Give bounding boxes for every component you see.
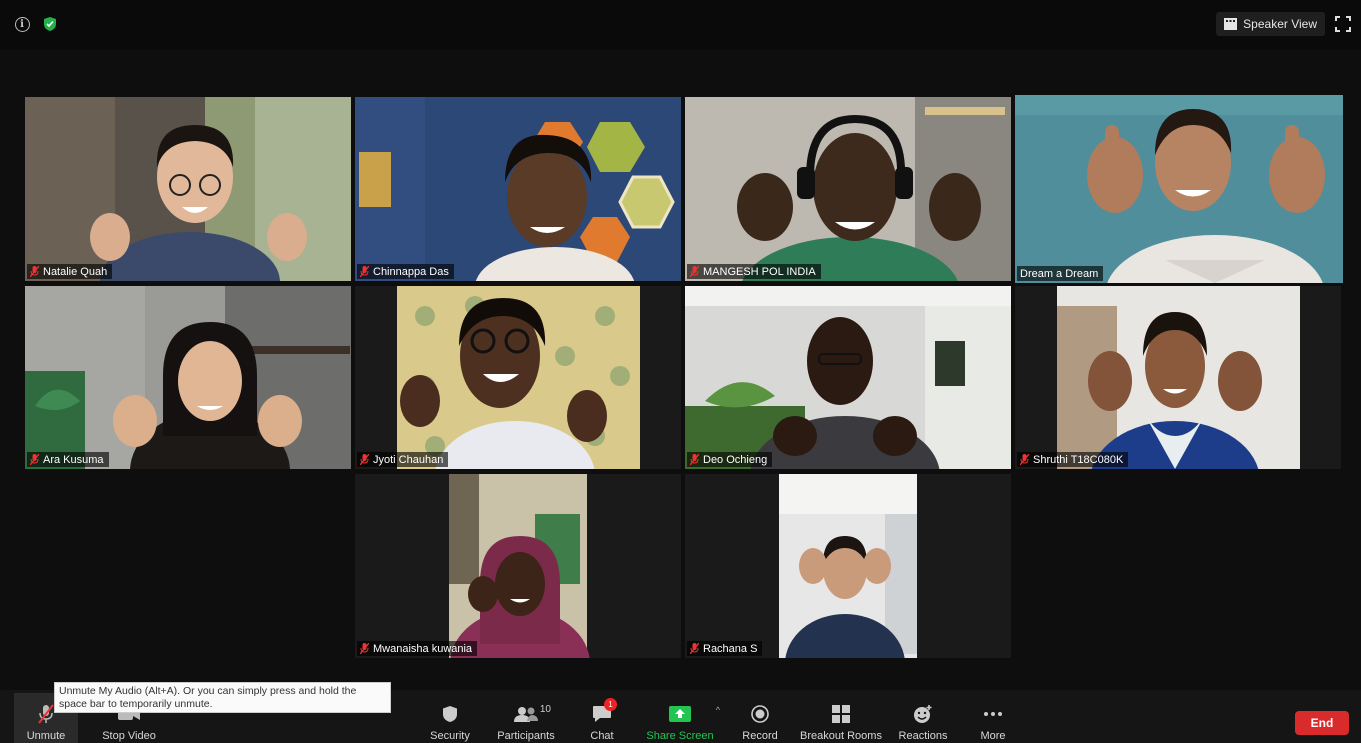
participant-name: Chinnappa Das — [373, 265, 449, 278]
security-button[interactable]: Security — [424, 693, 476, 743]
video-tile[interactable]: Ara Kusuma — [25, 286, 351, 469]
share-options-caret-icon[interactable]: ^ — [716, 705, 720, 715]
mic-muted-icon — [29, 265, 40, 278]
video-feed — [685, 286, 1011, 469]
reactions-smiley-icon — [910, 702, 936, 726]
video-grid: Natalie Quah Chinnappa Das MANGESH POL I… — [0, 0, 1361, 690]
video-tile[interactable]: Shruthi T18C080K — [1015, 286, 1341, 469]
participant-name: Deo Ochieng — [703, 453, 768, 466]
participant-name-tag: Dream a Dream — [1017, 266, 1104, 281]
share-screen-icon — [667, 702, 693, 726]
share-screen-button[interactable]: Share Screen ^ — [644, 693, 720, 743]
participant-name: Jyoti Chauhan — [373, 453, 444, 466]
chat-button[interactable]: 1 Chat — [580, 693, 624, 743]
breakout-rooms-label: Breakout Rooms — [800, 730, 882, 742]
end-meeting-button[interactable]: End — [1295, 711, 1349, 735]
participant-name: MANGESH POL INDIA — [703, 265, 816, 278]
mic-muted-icon — [29, 453, 40, 466]
video-tile[interactable]: Rachana S — [685, 474, 1011, 658]
participant-name: Rachana S — [703, 642, 758, 655]
participant-name-tag: Natalie Quah — [27, 264, 113, 279]
mic-muted-icon — [359, 265, 370, 278]
participant-name: Ara Kusuma — [43, 453, 104, 466]
video-tile[interactable]: Natalie Quah — [25, 97, 351, 281]
participant-name-tag: Jyoti Chauhan — [357, 452, 449, 467]
video-tile[interactable]: Chinnappa Das — [355, 97, 681, 281]
breakout-rooms-icon — [828, 702, 854, 726]
participant-name-tag: Mwanaisha kuwania — [357, 641, 478, 656]
reactions-label: Reactions — [898, 730, 948, 742]
participant-name-tag: Rachana S — [687, 641, 763, 656]
video-tile[interactable]: Jyoti Chauhan — [355, 286, 681, 469]
video-tile[interactable]: MANGESH POL INDIA — [685, 97, 1011, 281]
mic-muted-icon — [359, 453, 370, 466]
mic-muted-icon — [689, 642, 700, 655]
unmute-label: Unmute — [26, 730, 66, 742]
record-button[interactable]: Record — [738, 693, 782, 743]
more-dots-icon — [980, 702, 1006, 726]
participant-name-tag: Shruthi T18C080K — [1017, 452, 1129, 467]
chat-label: Chat — [590, 730, 614, 742]
video-feed — [1015, 95, 1343, 283]
mic-muted-icon — [1019, 453, 1030, 466]
video-feed — [25, 97, 351, 281]
security-shield-icon — [437, 702, 463, 726]
video-tile-active-speaker[interactable]: Dream a Dream — [1015, 95, 1343, 283]
record-label: Record — [742, 730, 778, 742]
participant-name: Natalie Quah — [43, 265, 108, 278]
video-feed — [355, 97, 681, 281]
participants-label: Participants — [497, 730, 555, 742]
mic-muted-icon — [359, 642, 370, 655]
video-feed — [25, 286, 351, 469]
video-feed — [685, 97, 1011, 281]
stop-video-label: Stop Video — [102, 730, 156, 742]
participants-count: 10 — [539, 704, 551, 715]
chat-bubble-icon: 1 — [589, 698, 617, 726]
participants-button[interactable]: 10 Participants — [494, 693, 558, 743]
participant-name-tag: Ara Kusuma — [27, 452, 109, 467]
participant-name-tag: MANGESH POL INDIA — [687, 264, 821, 279]
chat-unread-badge: 1 — [604, 698, 617, 711]
more-button[interactable]: More — [972, 693, 1014, 743]
security-label: Security — [430, 730, 470, 742]
participant-name-tag: Deo Ochieng — [687, 452, 773, 467]
participant-name: Mwanaisha kuwania — [373, 642, 473, 655]
participants-icon: 10 — [513, 702, 551, 726]
participant-name-tag: Chinnappa Das — [357, 264, 454, 279]
mic-muted-icon — [689, 453, 700, 466]
breakout-rooms-button[interactable]: Breakout Rooms — [798, 693, 884, 743]
participant-name: Shruthi T18C080K — [1033, 453, 1124, 466]
video-feed — [355, 474, 681, 658]
video-tile[interactable]: Mwanaisha kuwania — [355, 474, 681, 658]
participant-name: Dream a Dream — [1020, 267, 1099, 280]
video-tile[interactable]: Deo Ochieng — [685, 286, 1011, 469]
video-feed — [355, 286, 681, 469]
more-label: More — [980, 730, 1006, 742]
reactions-button[interactable]: Reactions — [896, 693, 950, 743]
record-icon — [747, 702, 773, 726]
video-feed — [685, 474, 1011, 658]
unmute-tooltip: Unmute My Audio (Alt+A). Or you can simp… — [54, 682, 391, 713]
video-feed — [1015, 286, 1341, 469]
mic-muted-icon — [689, 265, 700, 278]
share-screen-label: Share Screen — [646, 730, 714, 742]
